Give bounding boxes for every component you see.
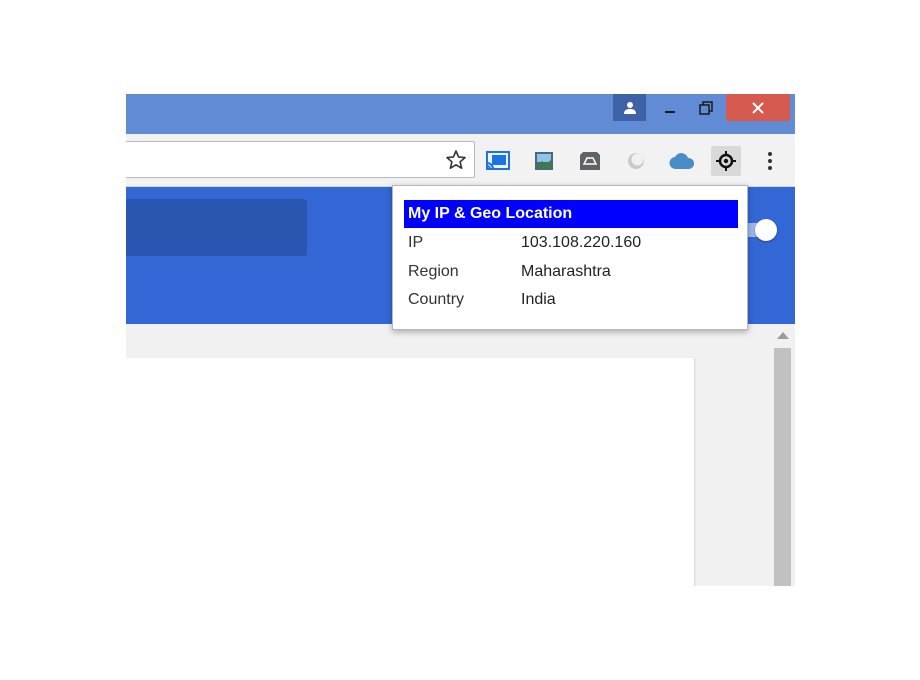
info-label: IP	[408, 234, 424, 251]
info-row-country: Country India	[408, 291, 738, 313]
title-bar	[126, 94, 795, 134]
drive-icon	[580, 152, 600, 170]
cloud-icon	[669, 153, 695, 170]
info-row-ip: IP 103.108.220.160	[408, 234, 738, 256]
image-icon	[535, 152, 553, 170]
close-button[interactable]	[726, 94, 790, 121]
info-value: Maharashtra	[521, 263, 611, 280]
image-extension-button[interactable]	[529, 146, 559, 176]
scroll-up-arrow[interactable]	[777, 332, 789, 339]
person-icon	[623, 101, 636, 114]
info-label: Region	[408, 263, 459, 280]
circle-icon	[628, 153, 644, 169]
popup-title: My IP & Geo Location	[404, 200, 738, 228]
minimize-icon	[665, 110, 675, 113]
content-card	[126, 358, 694, 586]
cloud-extension-button[interactable]	[667, 146, 697, 176]
geo-location-popup: My IP & Geo Location IP 103.108.220.160 …	[392, 185, 748, 330]
drive-extension-button[interactable]	[575, 146, 605, 176]
info-value: India	[521, 291, 556, 308]
info-value: 103.108.220.160	[521, 234, 642, 251]
geo-location-extension-button[interactable]	[711, 146, 741, 176]
browser-toolbar	[126, 134, 795, 187]
cast-extension-button[interactable]	[483, 146, 513, 176]
address-bar[interactable]	[126, 141, 475, 178]
restore-button[interactable]	[688, 94, 724, 121]
browser-window	[126, 94, 795, 586]
circle-extension-button[interactable]	[621, 146, 651, 176]
menu-button[interactable]	[755, 146, 785, 176]
info-label: Country	[408, 291, 465, 308]
info-row-region: Region Maharashtra	[408, 263, 738, 285]
restore-icon	[699, 100, 713, 115]
close-icon	[752, 101, 764, 114]
toggle-knob[interactable]	[755, 219, 777, 241]
profile-button[interactable]	[613, 94, 646, 121]
header-search-box[interactable]	[126, 199, 307, 256]
geo-location-icon	[716, 151, 736, 171]
more-vertical-icon	[768, 152, 772, 170]
minimize-button[interactable]	[652, 94, 688, 121]
star-icon[interactable]	[445, 149, 467, 171]
page-content	[126, 324, 795, 586]
cast-icon	[486, 151, 510, 170]
scroll-thumb[interactable]	[774, 348, 791, 586]
